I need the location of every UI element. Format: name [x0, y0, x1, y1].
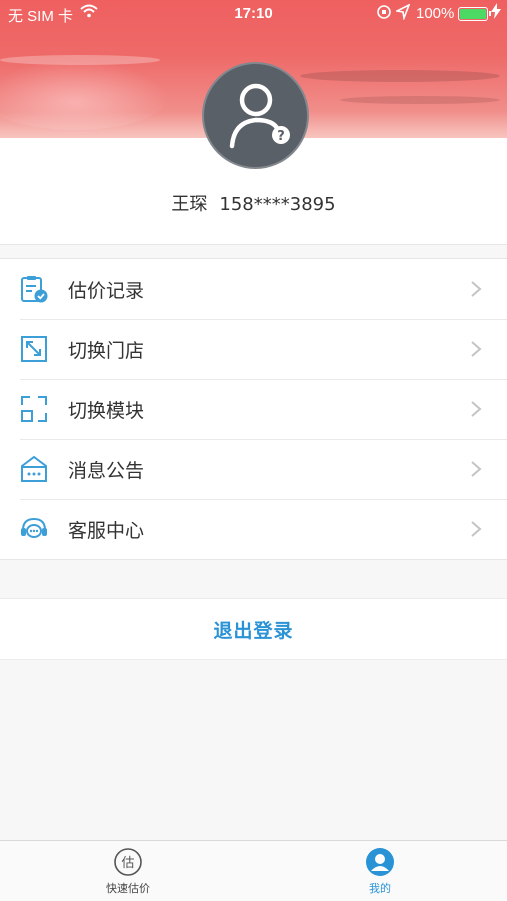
logout-button[interactable]: 退出登录	[0, 598, 507, 660]
avatar[interactable]: ?	[202, 62, 309, 169]
menu-item-switch-module[interactable]: 切换模块	[0, 379, 507, 439]
announcement-icon	[18, 453, 50, 485]
headset-icon	[18, 513, 50, 545]
location-icon	[394, 3, 411, 24]
chevron-right-icon	[471, 461, 482, 477]
battery-percent: 100%	[416, 5, 455, 22]
estimate-icon: 估	[113, 847, 143, 877]
menu-item-label: 估价记录	[68, 279, 145, 302]
menu-item-switch-store[interactable]: 切换门店	[0, 319, 507, 379]
tab-mine[interactable]: 我的	[320, 847, 440, 896]
chevron-right-icon	[471, 341, 482, 357]
user-icon: ?	[229, 83, 290, 149]
menu-item-label: 切换模块	[68, 399, 145, 422]
chevron-right-icon	[471, 281, 482, 297]
estimate-icon-text: 估	[121, 856, 134, 871]
tab-label: 快速估价	[106, 882, 150, 895]
menu-item-announcements[interactable]: 消息公告	[0, 439, 507, 499]
charging-icon	[491, 3, 501, 23]
user-phone: 158****3895	[219, 194, 336, 215]
menu-item-estimate-records[interactable]: 估价记录	[0, 259, 507, 319]
banner-streak	[300, 70, 500, 82]
rotation-lock-icon	[376, 4, 392, 24]
user-name: 王琛	[171, 194, 208, 215]
menu-item-label: 消息公告	[68, 459, 145, 482]
clipboard-check-icon	[18, 273, 50, 305]
user-info: 王琛 158****3895	[0, 190, 507, 216]
tab-bar: 估 快速估价 我的	[0, 840, 507, 901]
tab-quick-estimate[interactable]: 估 快速估价	[68, 847, 188, 896]
status-bar: 无 SIM 卡 17:10 100%	[0, 0, 507, 28]
switch-module-icon	[18, 393, 50, 425]
menu-item-customer-service[interactable]: 客服中心	[0, 499, 507, 559]
menu-list: 估价记录 切换门店 切换模块 消息公告 客服中心	[0, 258, 507, 560]
svg-text:?: ?	[277, 129, 285, 144]
chevron-right-icon	[471, 521, 482, 537]
tab-label: 我的	[369, 882, 391, 895]
profile-icon	[365, 847, 395, 877]
menu-item-label: 切换门店	[68, 339, 145, 362]
chevron-right-icon	[471, 401, 482, 417]
menu-item-label: 客服中心	[68, 519, 145, 542]
banner-streak	[340, 96, 500, 104]
battery-icon	[458, 7, 491, 21]
switch-store-icon	[18, 333, 50, 365]
